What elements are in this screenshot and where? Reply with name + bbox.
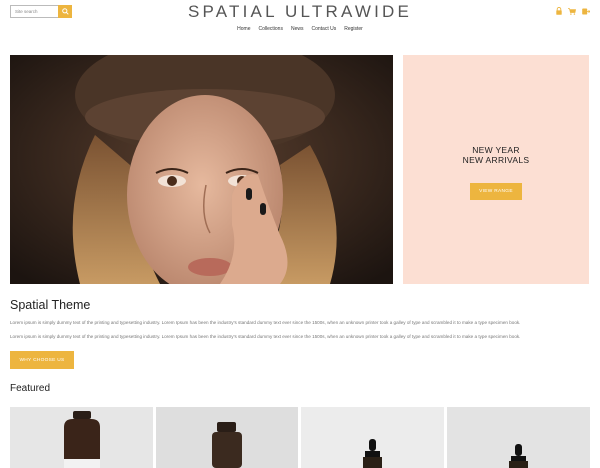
promo-panel: NEW YEAR NEW ARRIVALS VIEW RANGE xyxy=(403,55,589,284)
promo-title-line1: NEW YEAR xyxy=(472,145,520,155)
nav-home[interactable]: Home xyxy=(237,26,250,32)
nav-collections[interactable]: Collections xyxy=(259,26,283,32)
promo-title: NEW YEAR NEW ARRIVALS xyxy=(403,145,589,165)
nav-contact-us[interactable]: Contact Us xyxy=(311,26,336,32)
product-image xyxy=(10,407,153,468)
header-icons xyxy=(556,7,590,15)
product-card[interactable] xyxy=(301,407,444,468)
product-image xyxy=(447,407,590,468)
checkout-icon[interactable] xyxy=(582,8,590,15)
nav-register[interactable]: Register xyxy=(344,26,363,32)
site-header: SPATIAL ULTRAWIDE Home Collections News … xyxy=(0,0,600,40)
product-card[interactable] xyxy=(10,407,153,468)
section-title: Spatial Theme xyxy=(10,298,91,312)
why-choose-us-button[interactable]: WHY CHOOSE US xyxy=(10,351,74,369)
product-image xyxy=(301,407,444,468)
main-nav: Home Collections News Contact Us Registe… xyxy=(0,26,600,32)
product-card[interactable] xyxy=(447,407,590,468)
intro-paragraph-2: Lorem ipsum is simply dummy text of the … xyxy=(10,334,521,339)
site-logo[interactable]: SPATIAL ULTRAWIDE xyxy=(0,2,600,22)
product-image xyxy=(156,407,298,468)
intro-paragraph-1: Lorem ipsum is simply dummy text of the … xyxy=(10,320,521,325)
cart-icon[interactable] xyxy=(568,7,576,15)
promo-title-line2: NEW ARRIVALS xyxy=(462,155,530,165)
nav-news[interactable]: News xyxy=(291,26,304,32)
featured-heading: Featured xyxy=(10,383,51,394)
view-range-button[interactable]: VIEW RANGE xyxy=(470,183,522,200)
hero-banner-image[interactable] xyxy=(10,55,393,284)
product-card[interactable] xyxy=(156,407,298,468)
lock-icon[interactable] xyxy=(556,7,562,15)
hero-photo xyxy=(10,55,393,284)
